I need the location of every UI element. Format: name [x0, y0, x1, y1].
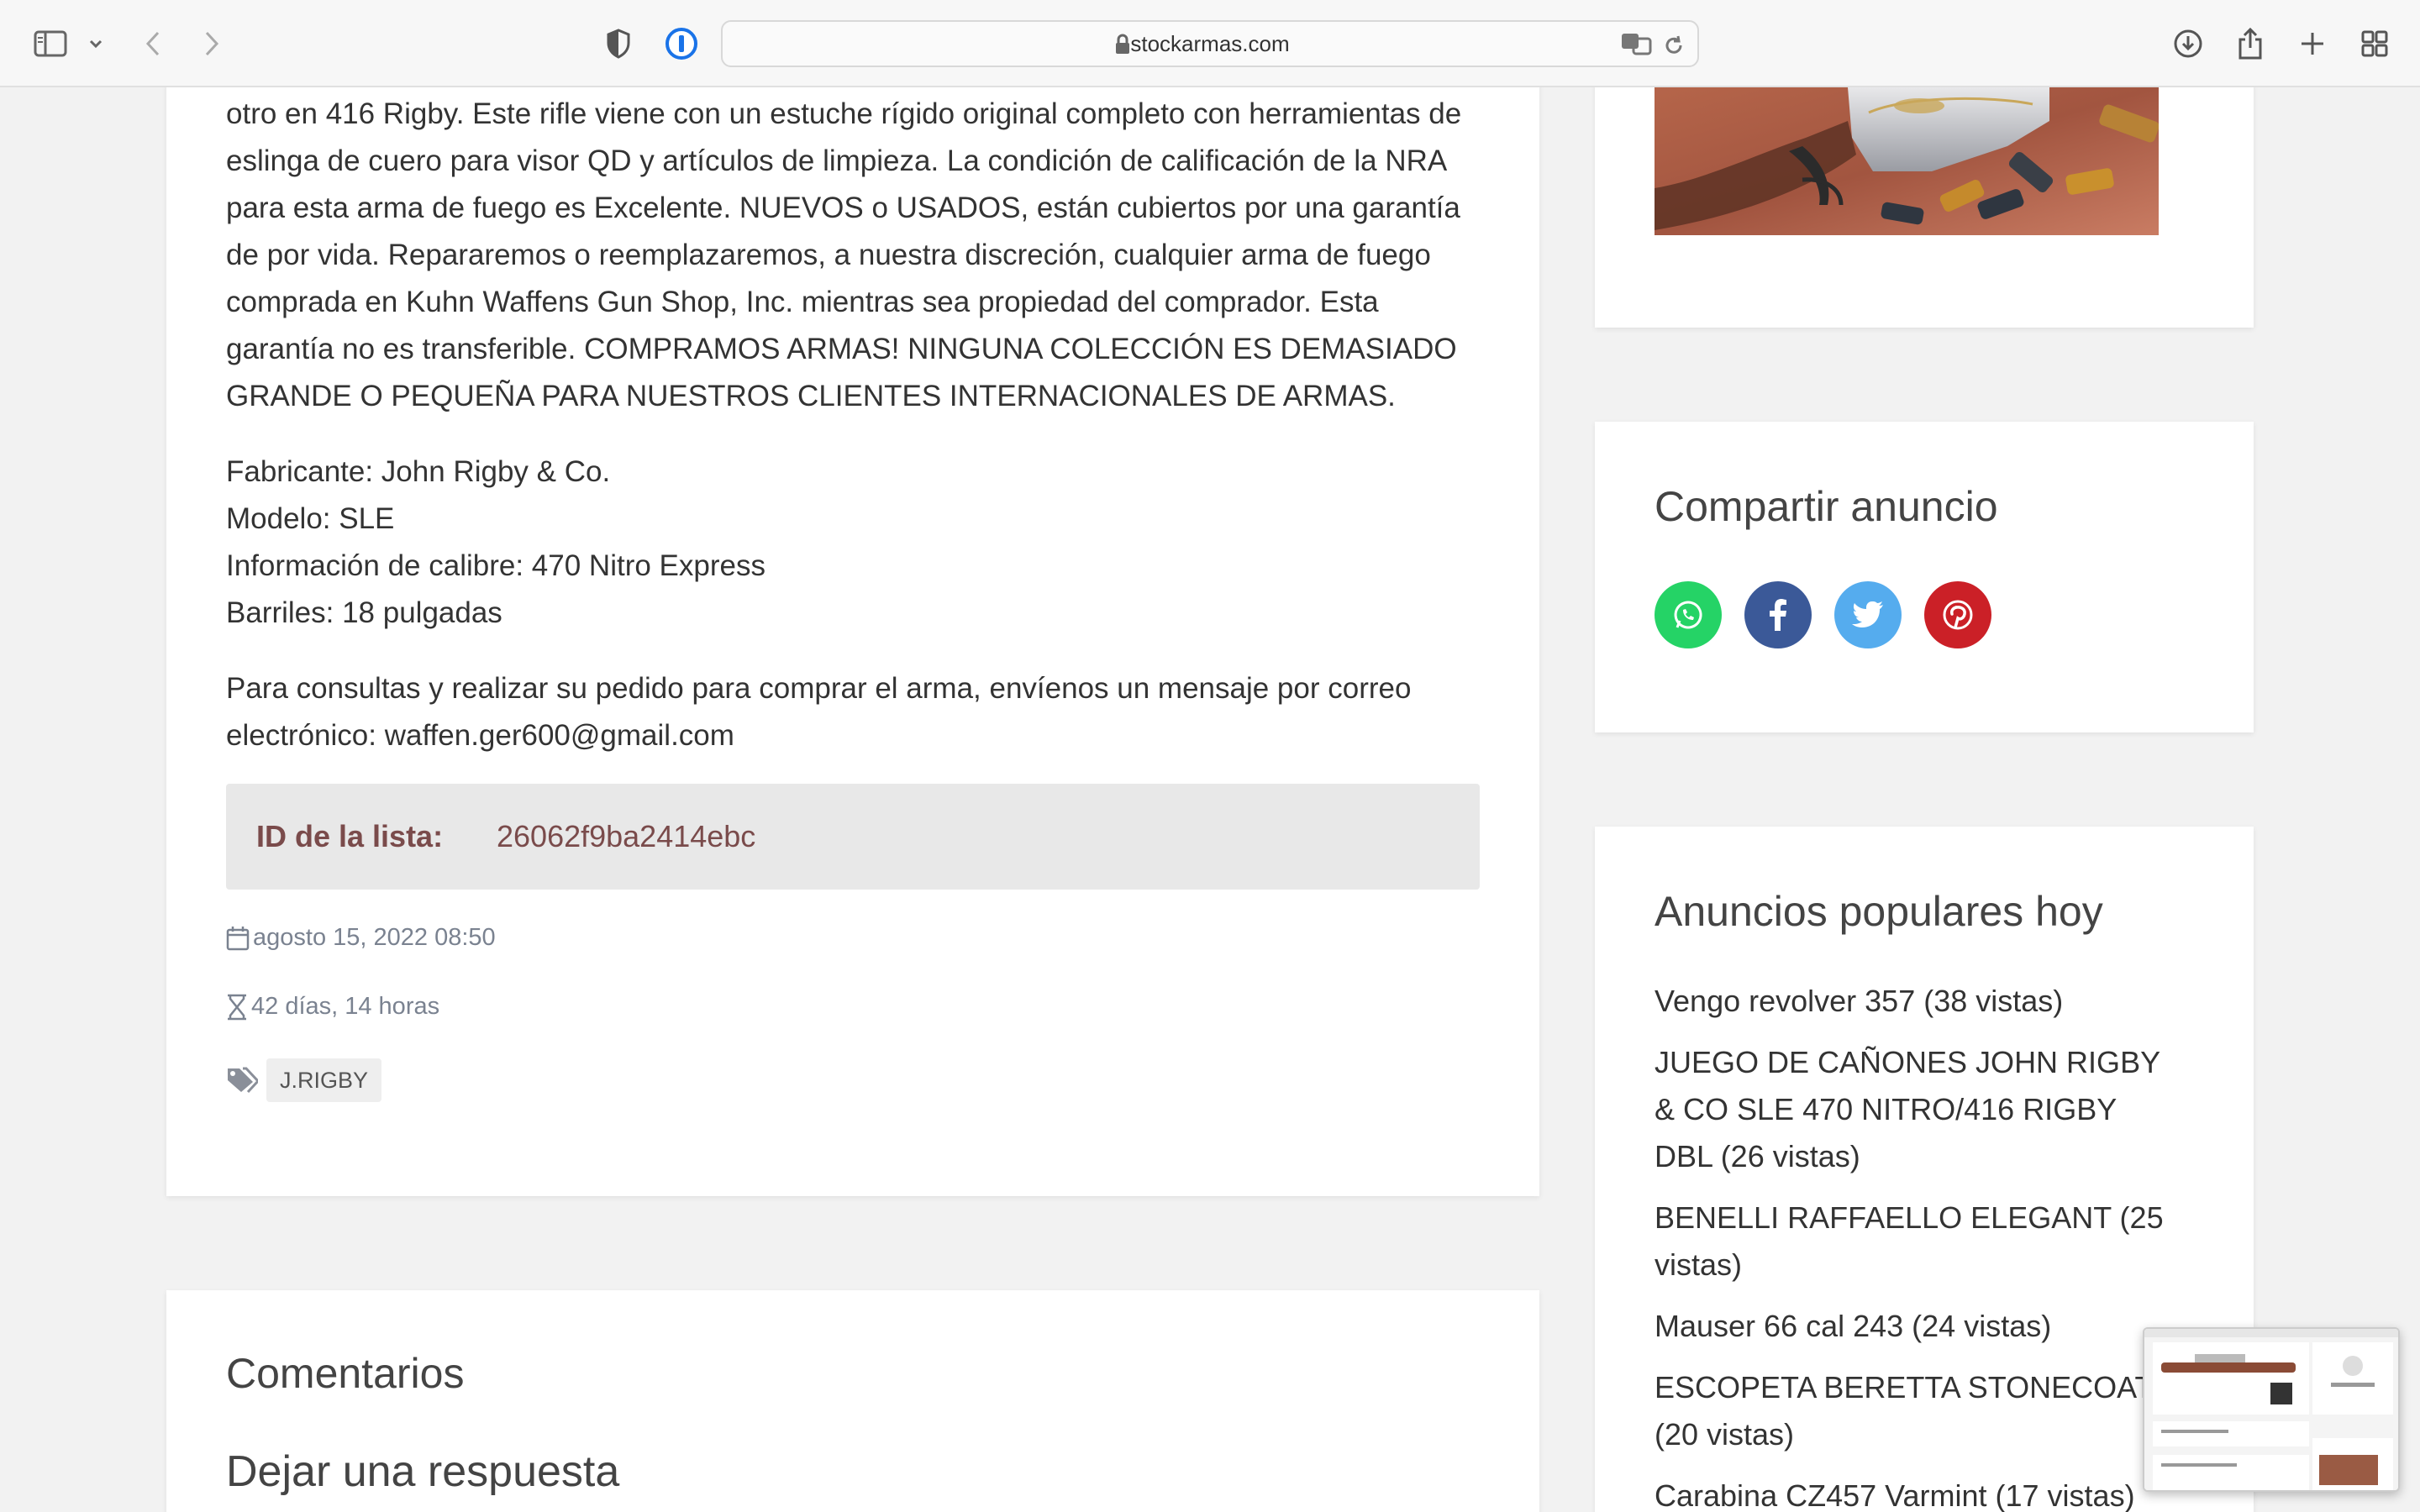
- popular-item[interactable]: ESCOPETA BERETTA STONECOAT (20 vistas): [1655, 1364, 2175, 1458]
- back-icon[interactable]: [134, 25, 171, 62]
- spec-manufacturer: Fabricante: John Rigby & Co.: [226, 455, 611, 488]
- calendar-icon: [226, 926, 250, 950]
- twitter-icon: [1852, 601, 1883, 627]
- password-manager-icon[interactable]: [663, 25, 700, 62]
- tags-icon: [228, 1067, 258, 1094]
- specs-list: Fabricante: John Rigby & Co. Modelo: SLE…: [226, 449, 1486, 637]
- popular-title: Anuncios populares hoy: [1655, 888, 2103, 935]
- comments-title: Comentarios: [226, 1350, 465, 1397]
- shotgun-image[interactable]: [1655, 87, 2159, 235]
- popular-item[interactable]: JUEGO DE CAÑONES JOHN RIGBY & CO SLE 470…: [1655, 1039, 2175, 1180]
- spec-barrels: Barriles: 18 pulgadas: [226, 596, 502, 629]
- downloads-icon[interactable]: [2170, 25, 2207, 62]
- share-icon[interactable]: [2232, 25, 2269, 62]
- translate-icon[interactable]: [1620, 30, 1654, 61]
- reload-icon[interactable]: [1662, 34, 1686, 61]
- hourglass-icon: [228, 994, 246, 1020]
- tag-chip[interactable]: J.RIGBY: [266, 1058, 382, 1102]
- popular-item[interactable]: Vengo revolver 357 (38 vistas): [1655, 978, 2175, 1025]
- listing-details-card: otro en 416 Rigby. Este rifle viene con …: [166, 50, 1539, 1196]
- time-remaining-text: 42 días, 14 horas: [251, 993, 440, 1020]
- listing-id-value: 26062f9ba2414ebc: [497, 819, 756, 853]
- contact-paragraph: Para consultas y realizar su pedido para…: [226, 672, 1412, 752]
- share-title: Compartir anuncio: [1655, 483, 1998, 530]
- reply-title: Dejar una respuesta: [226, 1447, 620, 1496]
- posted-date: agosto 15, 2022 08:50: [226, 924, 496, 952]
- privacy-shield-icon[interactable]: [600, 25, 637, 62]
- sidebar-toggle-icon[interactable]: [32, 25, 69, 62]
- forward-icon[interactable]: [193, 25, 230, 62]
- listing-id-label: ID de la lista:: [256, 819, 444, 853]
- twitter-share-button[interactable]: [1834, 581, 1902, 648]
- posted-date-text: agosto 15, 2022 08:50: [253, 924, 496, 951]
- popular-item[interactable]: Carabina CZ457 Varmint (17 vistas): [1655, 1473, 2175, 1512]
- pinterest-share-button[interactable]: [1924, 581, 1991, 648]
- tags-row: J.RIGBY: [226, 1058, 382, 1102]
- tab-overview-icon[interactable]: [2356, 25, 2393, 62]
- spec-caliber: Información de calibre: 470 Nitro Expres…: [226, 549, 765, 582]
- whatsapp-share-button[interactable]: [1655, 581, 1722, 648]
- listing-id-box: ID de la lista: 26062f9ba2414ebc: [226, 784, 1480, 890]
- description-paragraph: otro en 416 Rigby. Este rifle viene con …: [226, 97, 1462, 412]
- screenshot-thumbnail[interactable]: [2143, 1327, 2400, 1492]
- popular-item[interactable]: Mauser 66 cal 243 (24 vistas): [1655, 1303, 2175, 1350]
- spec-model: Modelo: SLE: [226, 502, 395, 535]
- chevron-down-icon[interactable]: [77, 25, 114, 62]
- time-remaining: 42 días, 14 horas: [226, 993, 439, 1021]
- popular-item[interactable]: BENELLI RAFFAELLO ELEGANT (25 vistas): [1655, 1194, 2175, 1289]
- new-tab-icon[interactable]: [2294, 25, 2331, 62]
- url-text: stockarmas.com: [1130, 31, 1290, 56]
- facebook-share-button[interactable]: [1744, 581, 1812, 648]
- share-card: Compartir anuncio: [1595, 422, 2254, 732]
- facebook-icon: [1770, 599, 1786, 631]
- pinterest-icon: [1943, 600, 1973, 630]
- browser-toolbar: stockarmas.com: [0, 0, 2420, 87]
- comments-card: Comentarios Dejar una respuesta: [166, 1290, 1539, 1512]
- whatsapp-icon: [1674, 601, 1702, 629]
- address-bar[interactable]: stockarmas.com: [721, 20, 1699, 67]
- popular-list: Vengo revolver 357 (38 vistas) JUEGO DE …: [1655, 978, 2175, 1512]
- listing-image-card: [1595, 50, 2254, 328]
